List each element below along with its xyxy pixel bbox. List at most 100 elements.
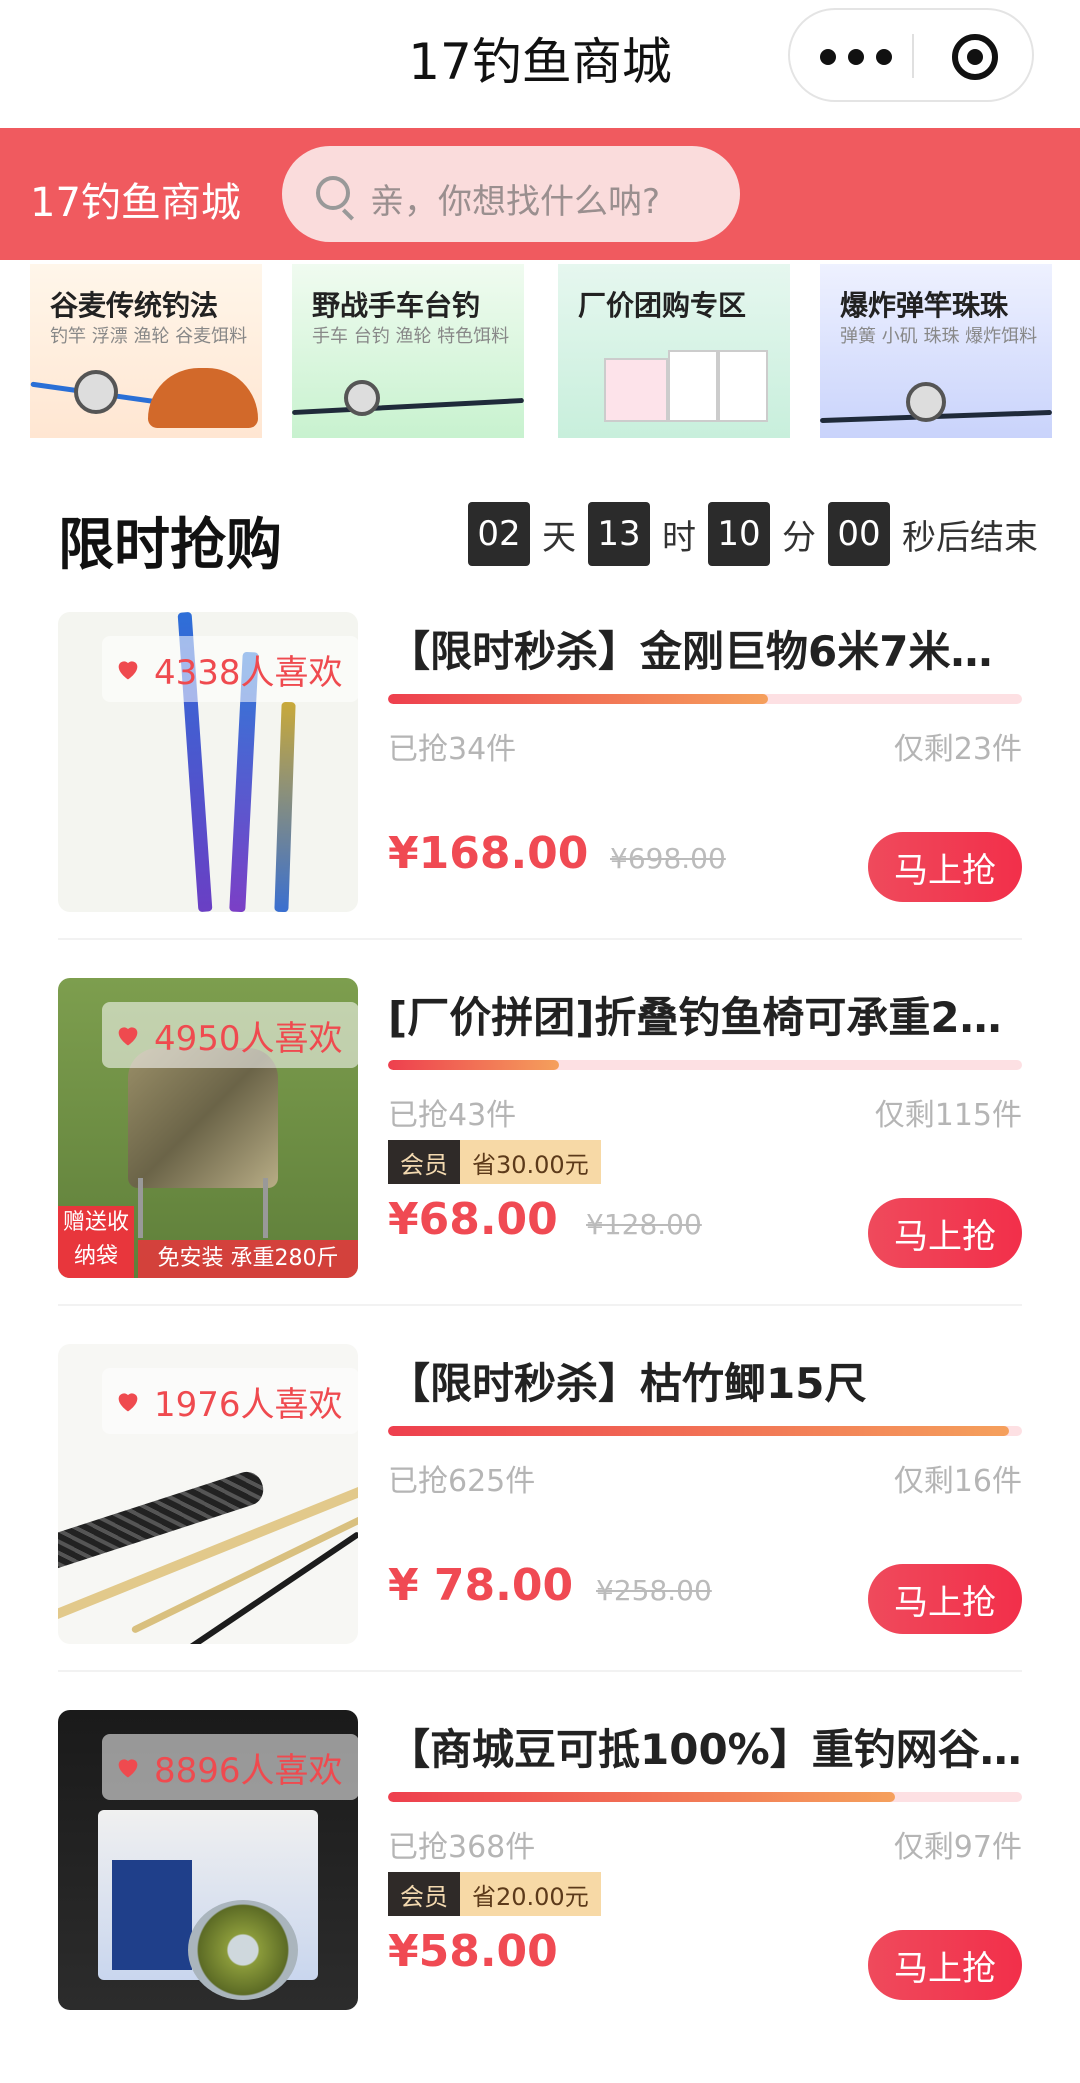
original-price: ¥258.00 [596,1574,712,1607]
progress-fill [388,1426,1010,1436]
sale-price: ¥58.00 [388,1926,558,1977]
chair-image [128,1048,278,1188]
product-name[interactable]: [厂价拼团]折叠钓鱼椅可承重28… [388,984,1028,1045]
package-image [718,350,768,422]
category-title: 厂价团购专区 [578,289,747,322]
mini-program-bar: 17钓鱼商城 [0,0,1080,128]
sold-count: 已抢34件 [388,732,517,767]
category-title: 野战手车台钓 [312,289,481,322]
product-name[interactable]: 【限时秒杀】金刚巨物6米7米特… [388,618,1028,679]
countdown-end-text: 秒后结束 [902,517,1038,558]
progress-bar [388,1060,1022,1070]
category-subtitle: 手车 台钓 渔轮 特色饵料 [312,326,510,347]
member-discount-badge: 会员 省20.00元 [388,1872,601,1916]
likes-badge: 8896人喜欢 [102,1734,359,1800]
progress-fill [388,1060,560,1070]
likes-count: 8896人喜欢 [154,1750,343,1791]
member-tag: 会员 [388,1872,460,1916]
progress-fill [388,694,769,704]
category-traditional[interactable]: 谷麦传统钓法 钓竿 浮漂 渔轮 谷麦饵料 [30,264,262,438]
shop-name: 17钓鱼商城 [30,180,241,226]
likes-count: 1976人喜欢 [154,1384,343,1425]
sold-count: 已抢625件 [388,1464,536,1499]
search-input[interactable]: 亲，你想找什么呐? [282,146,740,242]
member-discount-badge: 会员 省30.00元 [388,1140,601,1184]
member-saving: 省30.00元 [460,1140,601,1184]
countdown-days-unit: 天 [542,517,576,558]
shop-header: 17钓鱼商城 亲，你想找什么呐? [0,128,1080,260]
more-options-icon[interactable] [818,10,908,100]
remaining-count: 仅剩16件 [893,1464,1022,1499]
product-name[interactable]: 【限时秒杀】枯竹鲫15尺 [388,1350,1028,1411]
likes-count: 4950人喜欢 [154,1018,343,1059]
heart-icon [118,1759,138,1778]
reel-image [74,370,118,414]
sale-price: ¥ 78.00 [388,1560,574,1611]
rod-image [274,701,296,912]
remaining-count: 仅剩115件 [874,1098,1022,1133]
category-title: 谷麦传统钓法 [50,289,219,322]
likes-count: 4338人喜欢 [154,652,343,693]
rod-image [175,1531,358,1644]
countdown-hours: 13 [588,502,650,566]
product-card[interactable]: 4338人喜欢 【限时秒杀】金刚巨物6米7米特… 已抢34件 仅剩23件 ¥16… [58,612,1028,922]
sale-price: ¥168.00 [388,828,589,879]
product-name[interactable]: 【商城豆可抵100%】重钓网谷… [388,1716,1028,1777]
reel-image [906,382,946,422]
buy-now-button[interactable]: 马上抢 [868,832,1022,902]
category-subtitle: 弹簧 小矶 珠珠 爆炸饵料 [840,326,1038,347]
category-field-handcar[interactable]: 野战手车台钓 手车 台钓 渔轮 特色饵料 [292,264,524,438]
heart-icon [118,661,138,680]
bait-image [148,368,258,428]
divider [58,1670,1022,1672]
rod-image [292,397,524,416]
category-explosive[interactable]: 爆炸弹竿珠珠 弹簧 小矶 珠珠 爆炸饵料 [820,264,1052,438]
member-tag: 会员 [388,1140,460,1184]
capsule-menu [788,8,1034,102]
member-saving: 省20.00元 [460,1872,601,1916]
image-caption: 免安装 承重280斤 [138,1240,358,1278]
divider [58,938,1022,940]
progress-bar [388,1792,1022,1802]
chair-legs [138,1178,268,1238]
countdown-timer: 02 天 13 时 10 分 00 秒后结束 [468,502,1038,566]
heart-icon [118,1027,138,1046]
product-card[interactable]: 赠送收纳袋 免安装 承重280斤 4950人喜欢 [厂价拼团]折叠钓鱼椅可承重2… [58,978,1028,1288]
original-price: ¥128.00 [586,1208,702,1241]
countdown-days: 02 [468,502,530,566]
likes-badge: 4950人喜欢 [102,1002,359,1068]
category-subtitle: 钓竿 浮漂 渔轮 谷麦饵料 [50,326,248,347]
likes-badge: 1976人喜欢 [102,1368,359,1434]
buy-now-button[interactable]: 马上抢 [868,1930,1022,2000]
product-card[interactable]: 8896人喜欢 【商城豆可抵100%】重钓网谷… 已抢368件 仅剩97件 会员… [58,1710,1022,2020]
likes-badge: 4338人喜欢 [102,636,359,702]
buy-now-button[interactable]: 马上抢 [868,1198,1022,1268]
package-image [604,358,668,422]
buy-now-button[interactable]: 马上抢 [868,1564,1022,1634]
flash-sale-title: 限时抢购 [58,513,282,578]
capsule-divider [912,34,914,78]
divider [58,1304,1022,1306]
category-group-buy[interactable]: 厂价团购专区 [558,264,790,438]
remaining-count: 仅剩97件 [893,1830,1022,1865]
product-card[interactable]: 1976人喜欢 【限时秒杀】枯竹鲫15尺 已抢625件 仅剩16件 ¥ 78.0… [58,1344,1022,1654]
sale-price: ¥68.00 [388,1194,558,1245]
gift-badge: 赠送收纳袋 [58,1206,134,1278]
heart-icon [118,1393,138,1412]
search-icon [316,176,350,210]
sold-count: 已抢43件 [388,1098,517,1133]
progress-bar [388,694,1022,704]
close-mini-program-icon[interactable] [952,34,998,80]
rod-image [58,1467,268,1575]
original-price: ¥698.00 [610,842,726,875]
countdown-seconds: 00 [828,502,890,566]
sold-count: 已抢368件 [388,1830,536,1865]
package-image [668,350,718,422]
spool-image [188,1900,298,2000]
countdown-minutes: 10 [708,502,770,566]
progress-fill [388,1792,896,1802]
reel-image [344,380,380,416]
category-title: 爆炸弹竿珠珠 [840,289,1009,322]
category-banners: 谷麦传统钓法 钓竿 浮漂 渔轮 谷麦饵料 野战手车台钓 手车 台钓 渔轮 特色饵… [30,264,1052,438]
countdown-minutes-unit: 分 [782,517,816,558]
